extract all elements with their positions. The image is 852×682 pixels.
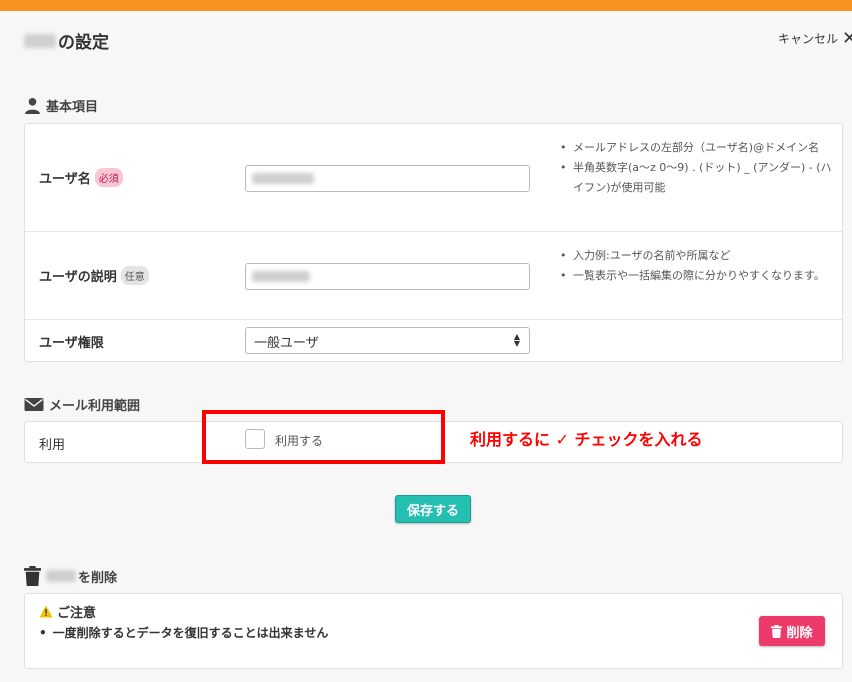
warning-icon <box>39 605 53 618</box>
delete-button[interactable]: 削除 <box>759 616 825 646</box>
permission-label-text: ユーザ権限 <box>39 336 104 351</box>
permission-label: ユーザ権限 <box>39 332 104 351</box>
description-label: ユーザの説明 任意 <box>39 266 149 285</box>
delete-section-heading: を削除 <box>24 566 117 586</box>
basic-section-heading: 基本項目 <box>24 96 98 115</box>
cancel-label: キャンセル <box>777 32 838 46</box>
optional-badge: 任意 <box>120 266 149 285</box>
permission-select[interactable]: 一般ユーザ ▲ ▼ <box>245 327 530 354</box>
hint-item: 入力例:ユーザの名前や所属など <box>557 246 837 266</box>
cancel-button[interactable]: キャンセル ✕ <box>778 28 852 49</box>
hint-item: 半角英数字(a〜z 0〜9) . (ドット) _ (アンダー) - (ハイフン)… <box>557 158 837 198</box>
description-input[interactable] <box>245 263 530 290</box>
basic-settings-card: ユーザ名 必須 メールアドレスの左部分（ユーザ名)@ドメイン名 半角英数字(a〜… <box>24 123 843 362</box>
top-accent-bar <box>0 0 852 11</box>
description-row: ユーザの説明 任意 入力例:ユーザの名前や所属など 一覧表示や一括編集の際に分か… <box>25 232 842 320</box>
mail-use-label-text: 利用 <box>39 438 66 453</box>
required-badge: 必須 <box>94 168 123 187</box>
delete-button-label: 削除 <box>786 625 813 641</box>
trash-icon <box>24 566 41 586</box>
redacted-name <box>24 33 56 48</box>
description-hints: 入力例:ユーザの名前や所属など 一覧表示や一括編集の際に分かりやすくなります。 <box>557 246 837 286</box>
caution-title: ご注意 <box>39 602 96 621</box>
permission-selected: 一般ユーザ <box>254 336 319 351</box>
highlight-box <box>202 410 445 464</box>
hint-item: 一覧表示や一括編集の際に分かりやすくなります。 <box>557 266 837 286</box>
basic-section-title: 基本項目 <box>46 100 99 115</box>
caution-title-text: ご注意 <box>57 606 97 621</box>
username-row: ユーザ名 必須 メールアドレスの左部分（ユーザ名)@ドメイン名 半角英数字(a〜… <box>25 124 842 232</box>
redacted-value <box>252 271 310 282</box>
page-title: の設定 <box>24 28 109 53</box>
caution-text: 一度削除するとデータを復旧することは出来ません <box>39 624 329 641</box>
redacted-value <box>252 173 314 184</box>
hint-item: メールアドレスの左部分（ユーザ名)@ドメイン名 <box>557 138 837 158</box>
description-label-text: ユーザの説明 <box>39 270 117 285</box>
save-button[interactable]: 保存する <box>395 495 471 523</box>
delete-card: ご注意 一度削除するとデータを復旧することは出来ません 削除 <box>24 593 843 669</box>
mail-section-heading: メール利用範囲 <box>24 395 140 414</box>
redacted-name <box>46 570 76 582</box>
permission-row: ユーザ権限 一般ユーザ ▲ ▼ <box>25 320 842 362</box>
user-icon <box>25 97 40 114</box>
envelope-icon <box>24 398 44 411</box>
select-arrows-icon: ▲ ▼ <box>513 332 520 348</box>
delete-section-title: を削除 <box>78 570 118 586</box>
page-title-text: の設定 <box>58 33 109 53</box>
mail-section-title: メール利用範囲 <box>49 399 141 414</box>
username-input[interactable] <box>245 165 530 192</box>
username-label: ユーザ名 必須 <box>39 168 123 187</box>
trash-icon <box>771 624 783 638</box>
mail-use-label: 利用 <box>39 434 65 453</box>
close-icon: ✕ <box>842 28 852 49</box>
username-label-text: ユーザ名 <box>39 172 91 187</box>
annotation-text: 利用するに ✓ チェックを入れる <box>470 430 703 449</box>
username-hints: メールアドレスの左部分（ユーザ名)@ドメイン名 半角英数字(a〜z 0〜9) .… <box>557 138 837 198</box>
